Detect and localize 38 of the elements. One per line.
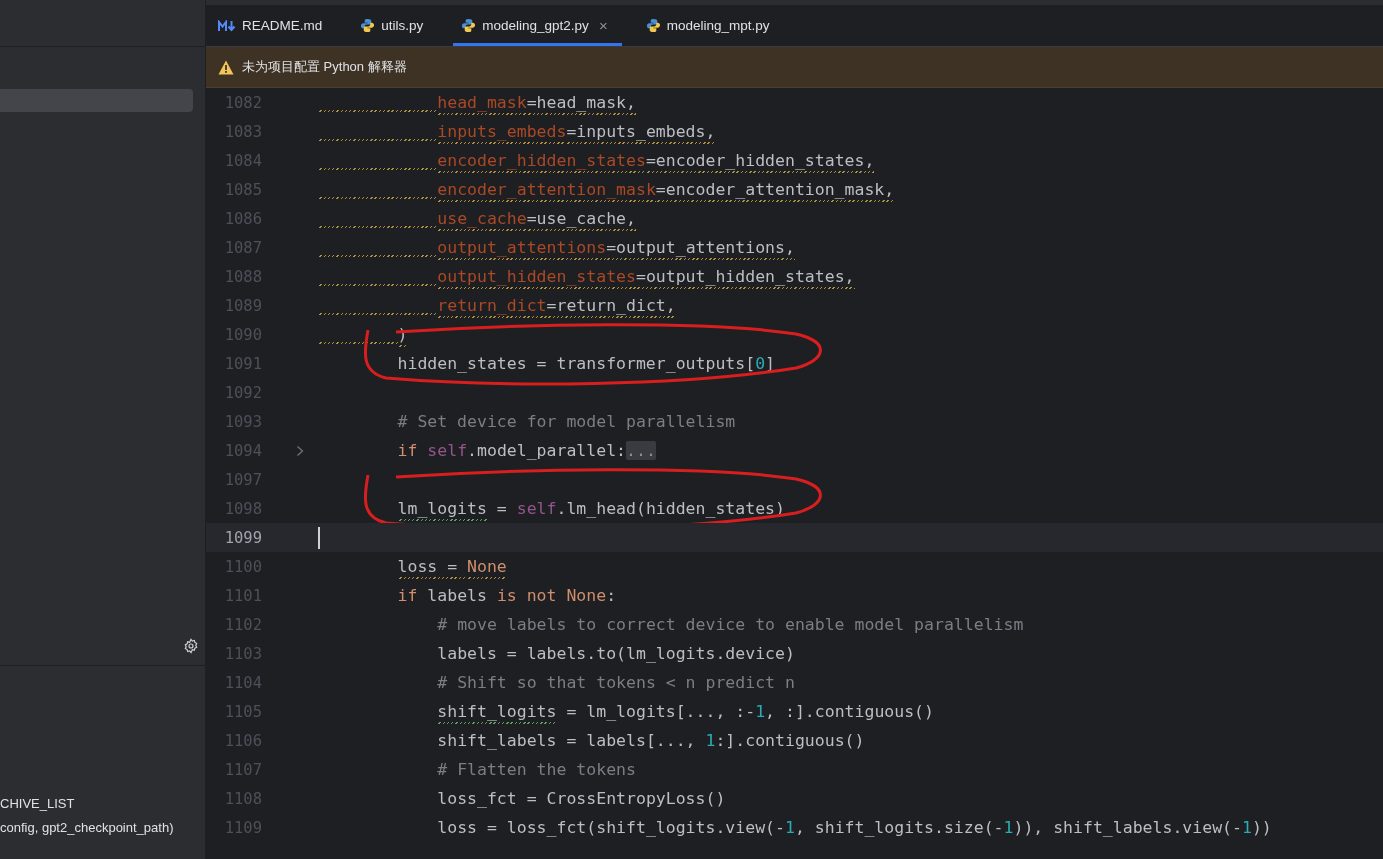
file-tab[interactable]: README.md (210, 5, 337, 46)
code-line: output_attentions=output_attentions, (437, 238, 795, 257)
python-icon (461, 18, 477, 33)
code-line: output_hidden_states=output_hidden_states, (437, 267, 855, 286)
code-line: # Flatten the tokens (437, 760, 636, 779)
code-line: encoder_hidden_states=encoder_hidden_states, (437, 151, 875, 170)
settings-icon[interactable] (183, 638, 199, 654)
code-line: return_dict=return_dict, (437, 296, 676, 315)
code-line: lm_logits = self.lm_head(hidden_states) (397, 499, 785, 518)
text-caret (318, 526, 320, 549)
structure-item[interactable]: CHIVE_LIST (0, 795, 205, 813)
chevron-icon[interactable] (296, 444, 304, 457)
python-icon (360, 18, 376, 33)
code-line: shift_labels = labels[..., 1:].contiguous() (437, 731, 865, 750)
code-line: shift_logits = lm_logits[..., :-1, :].contiguous() (437, 702, 934, 721)
code-line: loss = None (397, 557, 507, 576)
code-line: # Set device for model parallelism (397, 412, 736, 431)
close-icon[interactable]: × (598, 17, 608, 34)
code-line: loss = loss_fct(shift_logits.view(-1, shift_logits.size(-1)), shift_labels.view(-1)) (437, 818, 1272, 837)
file-tab[interactable]: modeling_mpt.py (637, 5, 784, 46)
code-line: encoder_attention_mask=encoder_attention_mask, (437, 180, 895, 199)
code-line: use_cache=use_cache, (437, 209, 636, 228)
warning-icon (218, 59, 234, 75)
structure-item[interactable]: config, gpt2_checkpoint_path) (0, 819, 205, 837)
code-line: labels = labels.to(lm_logits.device) (437, 644, 795, 663)
banner-text: 未为项目配置 Python 解释器 (242, 58, 407, 76)
code-line: loss_fct = CrossEntropyLoss() (437, 789, 726, 808)
code-line: inputs_embeds=inputs_embeds, (437, 122, 716, 141)
code-line: hidden_states = transformer_outputs[0] (397, 354, 775, 373)
file-tab[interactable]: utils.py (352, 5, 438, 46)
code-line: if labels is not None: (397, 586, 617, 605)
markdown-icon (218, 19, 236, 32)
code-line: if self.model_parallel:... (397, 441, 656, 460)
python-icon (645, 18, 661, 33)
code-line: # move labels to correct device to enable model parallelism (437, 615, 1024, 634)
code-line: head_mask=head_mask, (437, 93, 636, 112)
line-number: 1099 (223, 528, 262, 547)
code-line: # Shift so that tokens < n predict n (437, 673, 795, 692)
